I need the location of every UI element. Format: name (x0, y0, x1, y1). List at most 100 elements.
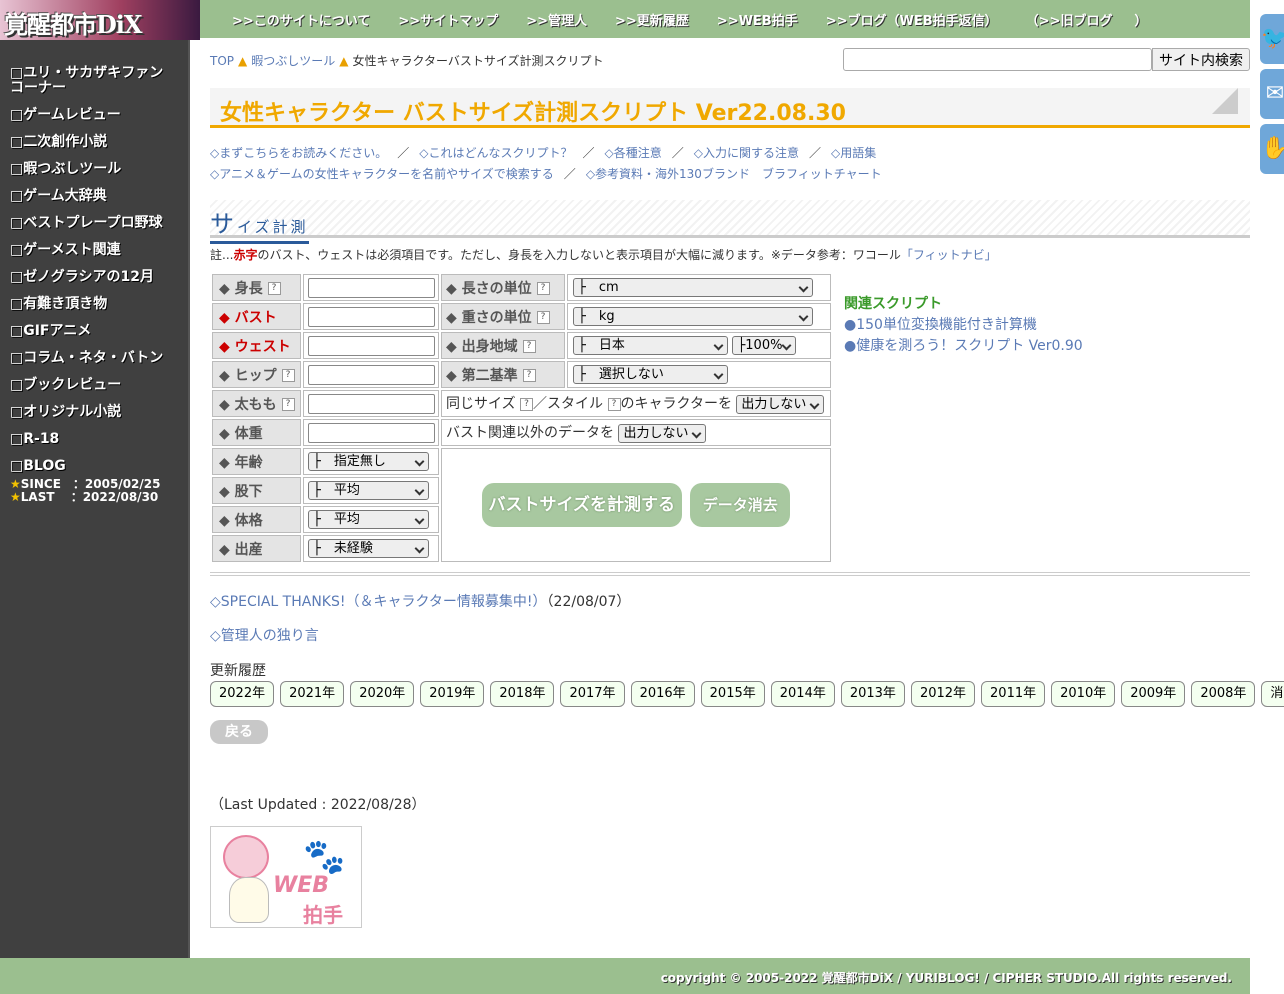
height-input[interactable] (308, 277, 435, 298)
year-button[interactable]: 2017年 (560, 681, 625, 707)
cell-weight (303, 419, 439, 446)
link-bra-chart[interactable]: ◇参考資料・海外130ブランド ブラフィットチャート (586, 167, 882, 181)
nav-webclap[interactable]: >>WEB拍手 (717, 10, 798, 29)
thanks-link[interactable]: ◇SPECIAL THANKS!（＆キャラクター情報募集中!） (210, 594, 547, 610)
weight-unit-select[interactable]: ├ kg (573, 307, 813, 326)
help-icon[interactable]: ? (281, 369, 295, 382)
year-buttons: 2022年 2021年 2020年 2019年 2018年 2017年 2016… (210, 681, 1284, 707)
sidebar-item-gif[interactable]: □GIFアニメ (0, 324, 188, 339)
help-icon[interactable]: ? (520, 397, 534, 411)
nav-about[interactable]: >>このサイトについて (232, 10, 370, 29)
web-clap-banner[interactable]: 🐾 WEB 拍手 (210, 826, 362, 928)
year-button[interactable]: 2020年 (350, 681, 415, 707)
thigh-input[interactable] (308, 393, 435, 414)
sidebar-item-book[interactable]: □ブックレビュー (0, 378, 188, 393)
clear-button[interactable]: データ消去 (690, 483, 791, 527)
last-updated: （Last Updated : 2022/08/28） (210, 797, 426, 813)
year-button[interactable]: 2013年 (840, 681, 905, 707)
help-icon[interactable]: ? (267, 282, 281, 295)
nav-blog[interactable]: >>ブログ（WEB拍手返信） (826, 10, 998, 29)
nav-admin[interactable]: >>管理人 (526, 10, 587, 29)
origin-select[interactable]: ├ 日本 (573, 336, 728, 355)
year-button[interactable]: 2022年 (210, 681, 275, 707)
year-button[interactable]: 2019年 (420, 681, 485, 707)
twitter-icon[interactable]: 🐦 (1260, 14, 1284, 64)
length-unit-select[interactable]: ├ cm (573, 278, 813, 297)
breadcrumb-top[interactable]: TOP (210, 54, 234, 68)
link-what-is[interactable]: ◇これはどんなスクリプト？ (419, 146, 572, 160)
sidebar-item-game-dict[interactable]: □ゲーム大辞典 (0, 189, 188, 204)
breadcrumb-tools[interactable]: 暇つぶしツール (251, 54, 335, 68)
year-button[interactable]: 2008年 (1191, 681, 1256, 707)
bust-input[interactable] (308, 306, 435, 327)
related-link-calculator[interactable]: ●150単位変換機能付き計算機 (844, 317, 1037, 333)
link-read-first[interactable]: ◇まずこちらをお読みください。 (210, 146, 387, 160)
help-icon[interactable]: ? (536, 282, 550, 295)
label-height: ◆ 身長 ? (212, 274, 301, 301)
share-icons: 🐦 ✉ ✋ (1260, 14, 1284, 179)
sidebar-item-gifts[interactable]: □有難き頂き物 (0, 297, 188, 312)
sidebar-item-column[interactable]: □コラム・ネタ・バトン (0, 351, 188, 366)
inseam-select[interactable]: ├ 平均 (308, 481, 429, 500)
link-cautions[interactable]: ◇各種注意 (605, 146, 662, 160)
monologue-link[interactable]: ◇管理人の独り言 (210, 625, 319, 645)
age-select[interactable]: ├ 指定無し (308, 452, 429, 471)
other-data-select[interactable]: 出力しない (618, 424, 707, 443)
year-button[interactable]: 2012年 (910, 681, 976, 707)
footer: copyright © 2005-2022 覚醒都市DiX / YURIBLOG… (0, 958, 1250, 994)
label-waist: ◆ ウェスト (212, 332, 301, 359)
weight-input[interactable] (308, 422, 435, 443)
help-icon[interactable]: ? (522, 340, 536, 353)
link-glossary[interactable]: ◇用語集 (831, 146, 876, 160)
sidebar-item-gamest[interactable]: □ゲーメスト関連 (0, 243, 188, 258)
cell-waist (303, 332, 439, 359)
year-button[interactable]: 2021年 (280, 681, 345, 707)
help-icon[interactable]: ? (522, 369, 536, 382)
year-button[interactable]: 2016年 (630, 681, 695, 707)
label-text: ◆ 長さの単位 (446, 280, 532, 297)
label-weight-unit: ◆ 重さの単位 ? (441, 303, 565, 330)
sidebar-item-xenoglossia[interactable]: □ゼノグラシアの12月 (0, 270, 188, 285)
help-icon[interactable]: ? (281, 398, 295, 411)
waist-input[interactable] (308, 335, 435, 356)
measure-button[interactable]: バストサイズを計測する (481, 483, 682, 527)
birth-select[interactable]: ├ 未経験 (308, 539, 429, 558)
sidebar-item-baseball[interactable]: □ベストプレープロ野球 (0, 216, 188, 231)
build-select[interactable]: ├ 平均 (308, 510, 429, 529)
sidebar-item-fanfic[interactable]: □二次創作小説 (0, 135, 188, 150)
year-button[interactable]: 2011年 (981, 681, 1046, 707)
clear-history-button[interactable]: 消去 (1261, 681, 1284, 707)
clap-hand-icon[interactable]: ✋ (1260, 124, 1284, 174)
link-input-notes[interactable]: ◇入力に関する注意 (694, 146, 799, 160)
link-search-chars[interactable]: ◇アニメ＆ゲームの女性キャラクターを名前やサイズで検索する (210, 167, 554, 181)
site-logo[interactable]: 覚醒都市DiX (0, 0, 200, 40)
second-select[interactable]: ├ 選択しない (573, 365, 728, 384)
sidebar-item-blog[interactable]: □BLOG (0, 459, 188, 474)
search-input[interactable] (843, 48, 1152, 71)
year-button[interactable]: 2018年 (490, 681, 555, 707)
fitnavi-link[interactable]: 「フィットナビ」 (901, 248, 997, 262)
sidebar-item-game-review[interactable]: □ゲームレビュー (0, 108, 188, 123)
year-button[interactable]: 2015年 (700, 681, 765, 707)
sidebar-item-novel[interactable]: □オリジナル小説 (0, 405, 188, 420)
help-icon[interactable]: ? (607, 397, 621, 411)
sidebar-item-r18[interactable]: □R-18 (0, 432, 188, 447)
related-link-health[interactable]: ●健康を測ろう！スクリプト Ver0.90 (844, 338, 1083, 354)
back-button[interactable]: 戻る (210, 720, 268, 744)
year-button[interactable]: 2009年 (1121, 681, 1186, 707)
same-size-select[interactable]: 出力しない (736, 395, 825, 414)
label-length-unit: ◆ 長さの単位 ? (441, 274, 565, 301)
since-text: SINCE ：2005/02/25 (20, 477, 161, 491)
year-button[interactable]: 2010年 (1051, 681, 1116, 707)
nav-history[interactable]: >>更新履歴 (615, 10, 689, 29)
sidebar-item-yuri[interactable]: □ユリ・サカザキファンコーナー (0, 66, 188, 96)
percent-select[interactable]: ├100% (732, 336, 797, 355)
help-icon[interactable]: ? (536, 311, 550, 324)
nav-old-blog[interactable]: >>旧ブログ (1039, 10, 1113, 29)
hip-input[interactable] (308, 364, 435, 385)
nav-sitemap[interactable]: >>サイトマップ (398, 10, 498, 29)
mail-icon[interactable]: ✉ (1260, 69, 1284, 119)
search-button[interactable]: サイト内検索 (1152, 48, 1250, 71)
year-button[interactable]: 2014年 (770, 681, 835, 707)
sidebar-item-tools[interactable]: □暇つぶしツール (0, 162, 188, 177)
